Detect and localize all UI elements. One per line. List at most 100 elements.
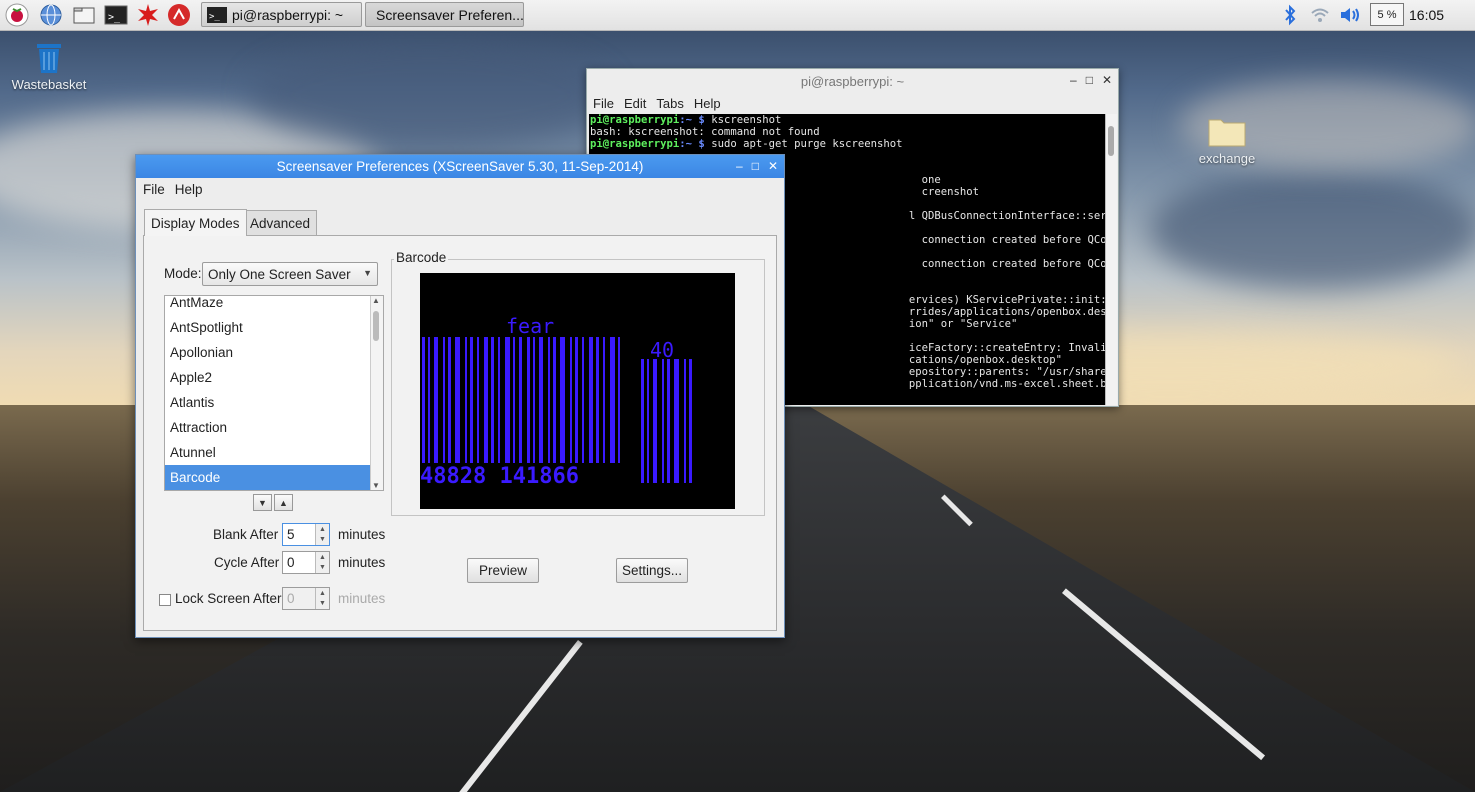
barcode-bar xyxy=(589,337,593,463)
saver-list[interactable]: AntMaze AntSpotlight Apollonian Apple2 A… xyxy=(164,295,384,491)
desktop-icon-exchange[interactable]: exchange xyxy=(1188,114,1266,166)
tab-display-modes[interactable]: Display Modes xyxy=(144,209,247,236)
barcode-preview[interactable]: fear 40 48828 141866 xyxy=(420,273,735,509)
menu-file[interactable]: File xyxy=(593,96,614,111)
move-down-button[interactable]: ▼ xyxy=(253,494,272,511)
terminal-line: bash: kscreenshot: command not found xyxy=(589,126,1106,138)
barcode-bar xyxy=(610,337,615,463)
list-item[interactable]: Attraction xyxy=(165,415,371,440)
menu-help[interactable]: Help xyxy=(175,182,203,197)
minutes-label: minutes xyxy=(338,591,386,606)
screensaver-preferences-window: Screensaver Preferences (XScreenSaver 5.… xyxy=(135,154,785,638)
terminal-icon[interactable]: >_ xyxy=(104,3,128,27)
terminal-line: pi@raspberrypi:~ $ sudo apt-get purge ks… xyxy=(589,138,1106,150)
mathematica-icon[interactable] xyxy=(136,3,160,27)
barcode-bar xyxy=(684,359,686,483)
terminal-scrollbar[interactable] xyxy=(1105,114,1117,405)
list-item[interactable]: Atunnel xyxy=(165,440,371,465)
barcode-bar xyxy=(575,337,578,463)
menu-file[interactable]: File xyxy=(143,182,165,197)
spinner-value: 5 xyxy=(287,527,295,542)
scroll-thumb[interactable] xyxy=(373,311,379,341)
barcode-bar xyxy=(674,359,679,483)
minimize-icon[interactable]: – xyxy=(1070,73,1077,87)
menu-edit[interactable]: Edit xyxy=(624,96,646,111)
spinner-buttons[interactable]: ▲ ▼ xyxy=(315,588,329,609)
barcode-word: fear xyxy=(506,314,554,338)
spinner-value: 0 xyxy=(287,555,295,570)
terminal-menubar: File Edit Tabs Help xyxy=(587,93,1118,113)
lock-screen-checkbox[interactable] xyxy=(159,594,171,606)
barcode-bar xyxy=(653,359,657,483)
barcode-bar xyxy=(641,359,644,483)
preview-button[interactable]: Preview xyxy=(467,558,539,583)
clock[interactable]: 16:05 xyxy=(1409,7,1444,23)
spinner-value: 0 xyxy=(287,591,295,606)
list-item[interactable]: AntMaze xyxy=(165,296,371,315)
minimize-icon[interactable]: – xyxy=(736,159,743,173)
barcode-bars xyxy=(422,337,620,463)
window-title: Screensaver Preferences (XScreenSaver 5.… xyxy=(276,159,644,174)
settings-button[interactable]: Settings... xyxy=(616,558,688,583)
close-icon[interactable]: ✕ xyxy=(768,159,778,173)
barcode-bar xyxy=(596,337,599,463)
barcode-digits: 48828 141866 xyxy=(420,464,579,489)
wolfram-icon[interactable] xyxy=(167,3,191,27)
cloud xyxy=(1150,170,1475,290)
svg-text:>_: >_ xyxy=(108,12,121,23)
menu-help[interactable]: Help xyxy=(694,96,721,111)
tab-advanced[interactable]: Advanced xyxy=(243,210,318,235)
blank-after-spinner[interactable]: 5 ▲ ▼ xyxy=(282,523,330,546)
taskbar-window-terminal[interactable]: >_ pi@raspberrypi: ~ xyxy=(201,2,362,27)
menu-tabs[interactable]: Tabs xyxy=(656,96,683,111)
terminal-titlebar[interactable]: pi@raspberrypi: ~ – □ ✕ xyxy=(587,69,1118,93)
move-up-button[interactable]: ▲ xyxy=(274,494,293,511)
svg-text:>_: >_ xyxy=(209,12,220,22)
bluetooth-icon[interactable] xyxy=(1278,3,1302,27)
desktop-icon-wastebasket[interactable]: Wastebasket xyxy=(10,40,88,92)
taskbar-window-screensaver[interactable]: Screensaver Preferen... xyxy=(365,2,524,27)
volume-icon[interactable] xyxy=(1338,3,1362,27)
dialog-titlebar[interactable]: Screensaver Preferences (XScreenSaver 5.… xyxy=(136,155,784,178)
wifi-icon[interactable] xyxy=(1308,3,1332,27)
barcode-bar xyxy=(553,337,556,463)
list-item[interactable]: Apple2 xyxy=(165,365,371,390)
raspberry-menu-icon[interactable] xyxy=(5,3,29,27)
scroll-thumb[interactable] xyxy=(1108,126,1114,156)
terminal-prompt: pi@raspberrypi xyxy=(590,114,680,126)
barcode-bar xyxy=(519,337,522,463)
barcode-bar xyxy=(533,337,535,463)
preview-title: Barcode xyxy=(394,250,449,265)
list-item-selected[interactable]: Barcode xyxy=(165,465,371,490)
minutes-label: minutes xyxy=(338,527,386,542)
maximize-icon[interactable]: □ xyxy=(752,159,759,173)
cycle-after-spinner[interactable]: 0 ▲ ▼ xyxy=(282,551,330,574)
spinner-buttons[interactable]: ▲ ▼ xyxy=(315,524,329,545)
list-scrollbar[interactable]: ▲ ▼ xyxy=(370,296,383,490)
web-browser-icon[interactable] xyxy=(39,3,63,27)
list-item[interactable]: Apollonian xyxy=(165,340,371,365)
scroll-up-icon[interactable]: ▲ xyxy=(372,296,380,305)
barcode-bar xyxy=(582,337,584,463)
mode-select[interactable]: Only One Screen Saver ▼ xyxy=(202,262,378,286)
file-manager-icon[interactable] xyxy=(72,3,96,27)
lock-after-spinner[interactable]: 0 ▲ ▼ xyxy=(282,587,330,610)
taskbar: >_ >_ pi@raspberrypi: ~ Screensaver Pref… xyxy=(0,0,1475,31)
desktop-icon-label: exchange xyxy=(1198,151,1256,166)
barcode-bar xyxy=(422,337,425,463)
cpu-monitor[interactable]: 5 % xyxy=(1370,3,1404,26)
dropdown-arrow-icon: ▼ xyxy=(363,268,372,278)
spinner-buttons[interactable]: ▲ ▼ xyxy=(315,552,329,573)
list-item[interactable]: AntSpotlight xyxy=(165,315,371,340)
cloud xyxy=(250,40,610,150)
blank-after-label: Blank After xyxy=(213,527,279,542)
maximize-icon[interactable]: □ xyxy=(1086,73,1093,87)
scroll-down-icon[interactable]: ▼ xyxy=(372,481,380,490)
list-item[interactable]: Atlantis xyxy=(165,390,371,415)
terminal-text: sudo apt-get purge kscreenshot xyxy=(704,138,903,150)
terminal-path: :~ $ xyxy=(679,114,705,126)
close-icon[interactable]: ✕ xyxy=(1102,73,1112,87)
barcode-bar xyxy=(484,337,488,463)
mode-select-value: Only One Screen Saver xyxy=(208,266,351,282)
dialog-menubar: File Help xyxy=(136,178,784,200)
